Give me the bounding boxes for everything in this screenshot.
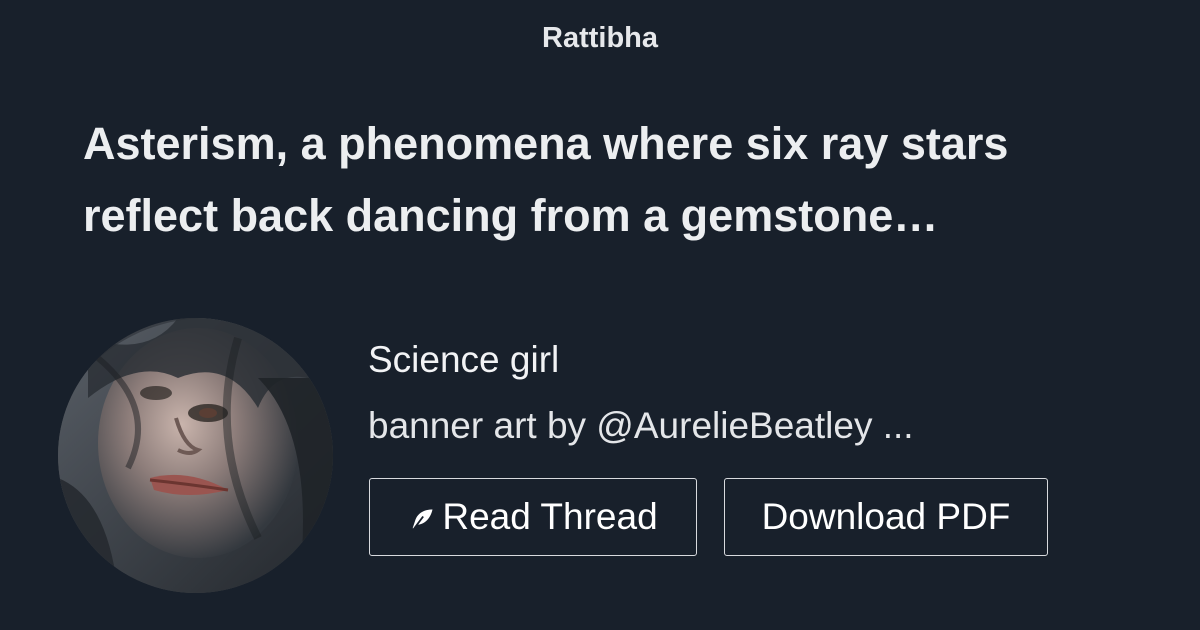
read-thread-button[interactable]: Read Thread xyxy=(369,478,697,556)
author-bio: banner art by @AurelieBeatley ... xyxy=(368,405,914,446)
brand-title: Rattibha xyxy=(542,22,658,54)
avatar xyxy=(58,318,333,593)
author-name: Science girl xyxy=(368,339,560,380)
download-pdf-label: Download PDF xyxy=(761,496,1011,537)
feather-icon xyxy=(408,506,436,534)
read-thread-label: Read Thread xyxy=(442,496,658,537)
thread-title: Asterism, a phenomena where six ray star… xyxy=(83,118,1009,241)
download-pdf-button[interactable]: Download PDF xyxy=(724,478,1048,556)
